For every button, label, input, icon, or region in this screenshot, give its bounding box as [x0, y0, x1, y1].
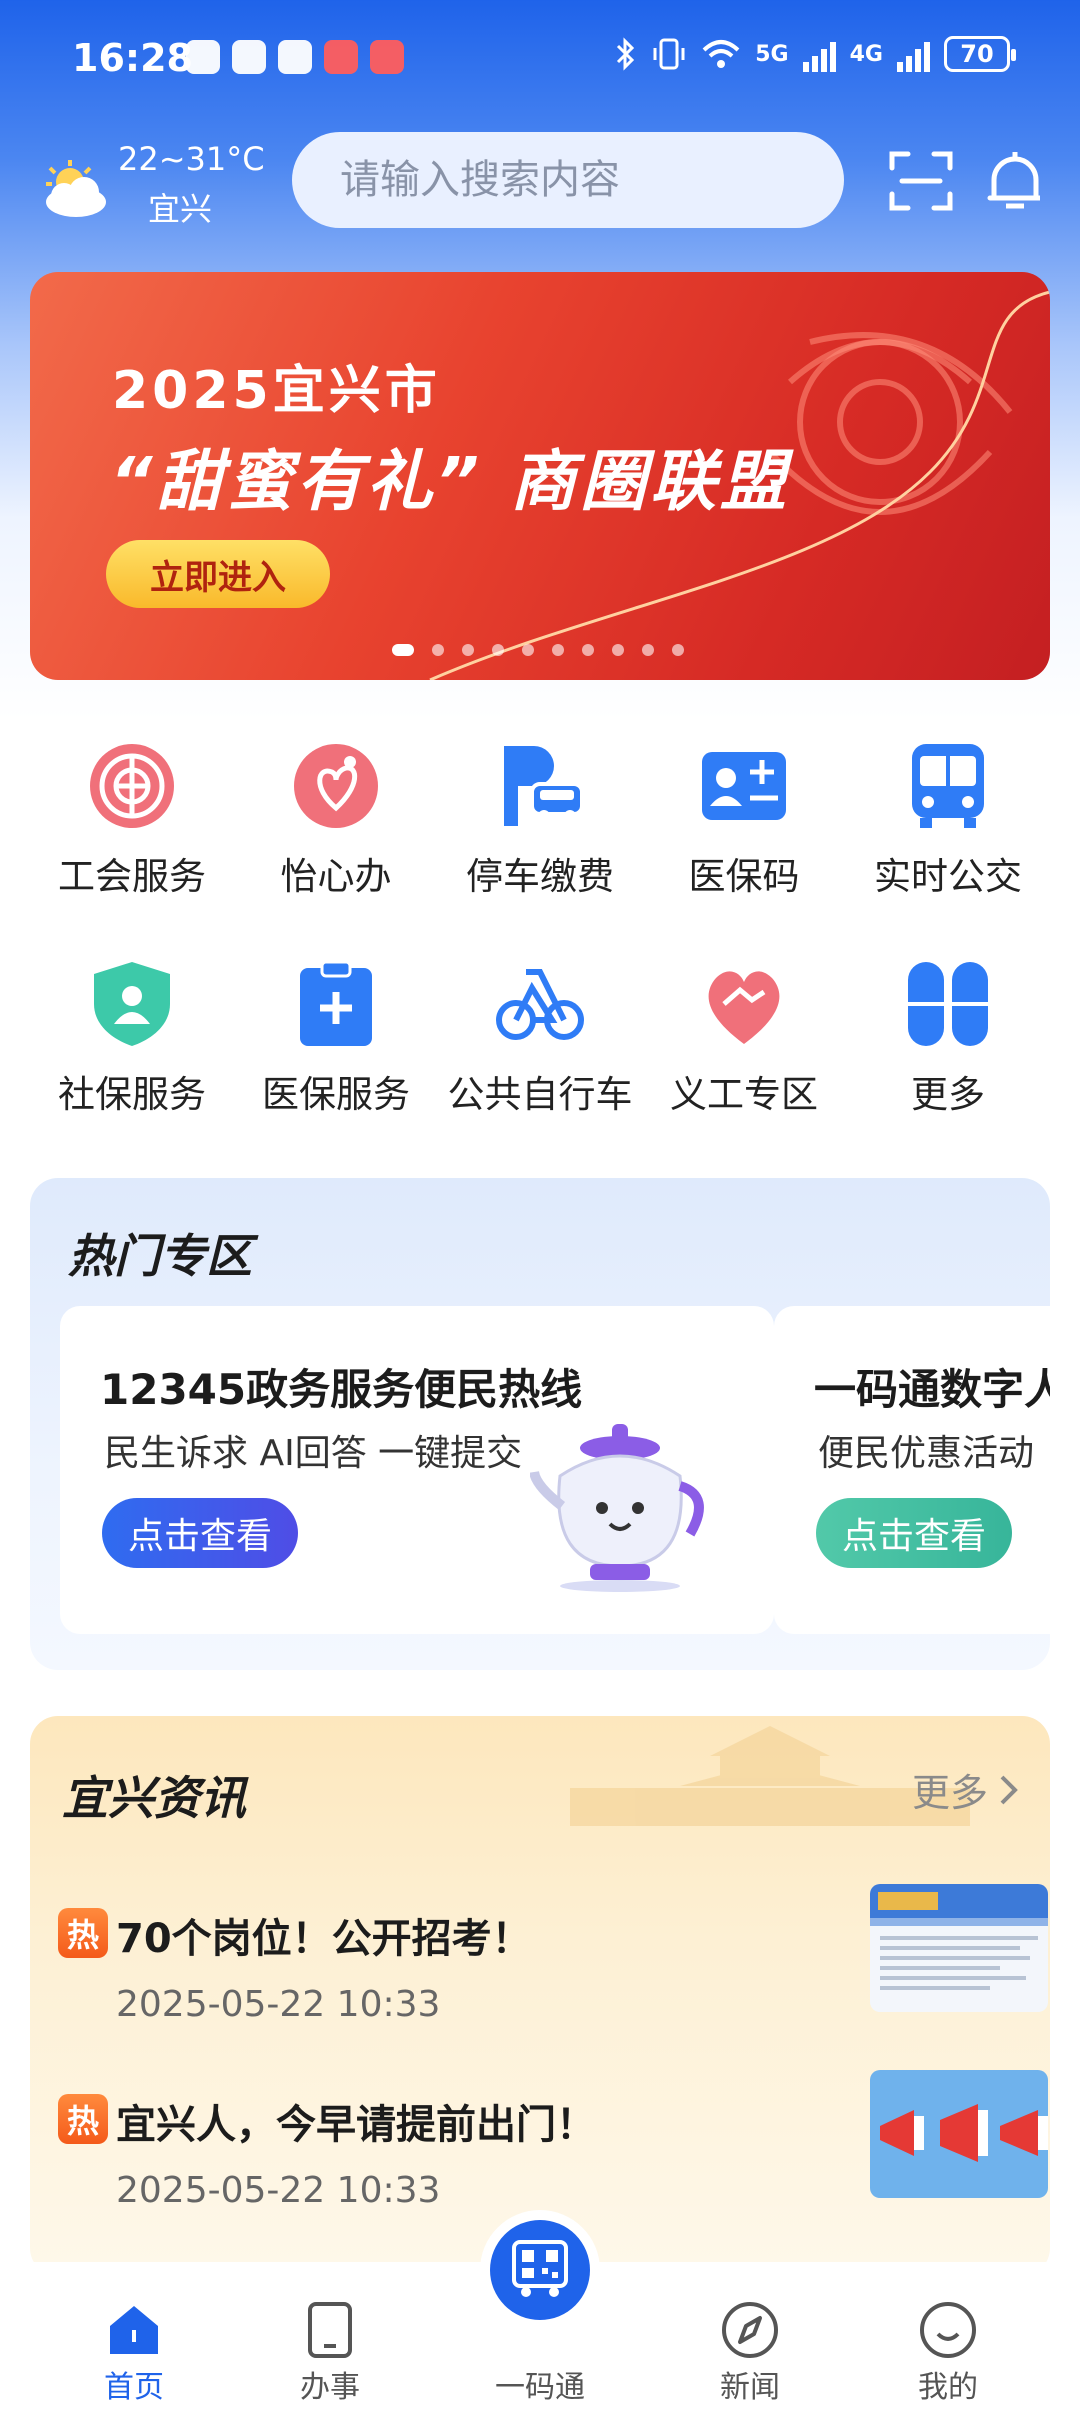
search-input[interactable]: [340, 157, 800, 203]
news-item-date: 2025-05-22 10:33: [116, 1984, 441, 2025]
signal-5g-icon: [802, 36, 836, 72]
website-screenshot-image: [870, 1884, 1048, 2012]
digital-pass-card[interactable]: 一码通数字人 便民优惠活动 点击查看: [774, 1306, 1050, 1634]
status-time: 16:28: [72, 36, 193, 80]
weather-temperature: 22~31°C: [118, 140, 265, 178]
news-more-link[interactable]: 更多: [912, 1762, 1020, 1817]
tab-label: 办事: [300, 2370, 360, 2405]
vibrate-icon: [653, 38, 685, 70]
smile-icon: [920, 2302, 976, 2358]
news-more-label: 更多: [911, 1771, 988, 1815]
home-icon: [110, 2306, 158, 2354]
service-medical-code[interactable]: 医保码: [642, 730, 846, 910]
network-5g-label: 5G: [755, 41, 789, 67]
shield-user-icon: [94, 962, 170, 1046]
heart-person-icon: [294, 744, 378, 828]
bicycle-icon: [496, 969, 584, 1040]
banner-enter-button[interactable]: 立即进入: [106, 540, 330, 608]
hotline-card[interactable]: 12345政务服务便民热线 民生诉求 AI回答 一键提交 点击查看: [60, 1306, 774, 1634]
tablet-icon: [308, 2302, 352, 2358]
hot-zone-section: 热门专区 12345政务服务便民热线 民生诉求 AI回答 一键提交 点击查看 一…: [30, 1178, 1050, 1670]
signal-4g-icon: [897, 36, 930, 72]
medical-card-icon: [702, 752, 786, 820]
battery-icon: 70: [944, 36, 1016, 72]
union-emblem-icon: [90, 744, 174, 828]
weather-widget[interactable]: 22~31°C 宜兴: [30, 138, 265, 228]
service-union[interactable]: 工会服务: [30, 730, 234, 910]
service-public-bike[interactable]: 公共自行车: [438, 948, 642, 1128]
tab-label: 我的: [918, 2370, 978, 2405]
medical-clipboard-icon: [300, 960, 372, 1046]
teapot-mascot-icon: [530, 1424, 704, 1592]
pavilion-decoration: [570, 1726, 970, 1826]
card-subtitle: 民生诉求 AI回答 一键提交: [104, 1433, 523, 1474]
service-social-security[interactable]: 社保服务: [30, 948, 234, 1128]
tab-news[interactable]: 新闻: [642, 2262, 858, 2412]
hot-zone-title: 热门专区: [68, 1229, 252, 1283]
tab-home[interactable]: 首页: [26, 2262, 242, 2412]
service-volunteer[interactable]: 义工专区: [642, 948, 846, 1128]
news-item-title: 70个岗位！公开招考！: [116, 1916, 532, 1962]
tab-label: 首页: [104, 2370, 164, 2405]
service-yixinban[interactable]: 怡心办: [234, 730, 438, 910]
news-item-date: 2025-05-22 10:33: [116, 2170, 441, 2211]
grid-more-icon: [908, 962, 988, 1046]
service-label: 更多: [911, 1073, 985, 1116]
card-title: 一码通数字人: [814, 1365, 1050, 1414]
carousel-indicator: [392, 644, 684, 656]
qr-fab-button[interactable]: [490, 2220, 590, 2320]
hot-tag: 热: [58, 2094, 108, 2144]
wechat-icon: [232, 40, 266, 74]
news-item[interactable]: 热 宜兴人，今早请提前出门！ 2025-05-22 10:33: [58, 2070, 1048, 2220]
handshake-heart-icon: [708, 971, 780, 1044]
banner-headline: “甜蜜有礼” 商圈联盟: [110, 443, 790, 520]
promo-banner[interactable]: 2025宜兴市 “甜蜜有礼” 商圈联盟 立即进入: [30, 272, 1050, 680]
tab-label: 一码通: [495, 2370, 585, 2405]
tab-profile[interactable]: 我的: [840, 2262, 1056, 2412]
megaphone-image: [870, 2070, 1048, 2198]
news-title: 宜兴资讯: [62, 1771, 246, 1825]
qr-bus-icon: [512, 2240, 568, 2297]
card-subtitle: 便民优惠活动: [818, 1433, 1035, 1474]
news-item[interactable]: 热 70个岗位！公开招考！ 2025-05-22 10:33: [58, 1884, 1048, 2034]
app-notification-icon: [278, 40, 312, 74]
card-view-button[interactable]: 点击查看: [102, 1498, 298, 1568]
partly-cloudy-icon: [46, 160, 106, 217]
status-bar: 16:28 5G 4G 70: [0, 0, 1080, 124]
weather-city: 宜兴: [148, 190, 213, 228]
bluetooth-icon: [617, 37, 635, 71]
service-bus[interactable]: 实时公交: [846, 730, 1050, 910]
bottom-tab-bar: 首页 办事 一码通 新闻 我的: [0, 2220, 1080, 2412]
hot-tag: 热: [58, 1908, 108, 1958]
tab-one-code-pass[interactable]: 一码通: [432, 2220, 648, 2412]
bus-icon: [912, 744, 984, 828]
news-thumbnail: [870, 1884, 1048, 2012]
bell-icon[interactable]: [980, 146, 1050, 216]
network-4g-label: 4G: [849, 41, 883, 67]
news-item-title: 宜兴人，今早请提前出门！: [116, 2102, 596, 2148]
tab-label: 新闻: [720, 2370, 780, 2405]
news-thumbnail: [870, 2070, 1048, 2198]
service-label: 实时公交: [874, 855, 1022, 898]
news-section: 宜兴资讯 更多 热 70个岗位！公开招考！ 2025-05-22 10:33 热…: [30, 1716, 1050, 2276]
chevron-right-icon: [1000, 1775, 1018, 1804]
card-title: 12345政务服务便民热线: [100, 1365, 583, 1414]
scan-icon[interactable]: [886, 146, 956, 216]
wifi-icon: [702, 40, 740, 68]
service-more[interactable]: 更多: [846, 948, 1050, 1128]
news-app-icon: [370, 40, 404, 74]
banner-year-city: 2025宜兴市: [112, 361, 441, 421]
compass-icon: [722, 2302, 778, 2358]
notification-icons: [186, 40, 404, 74]
battery-level: 70: [960, 40, 994, 68]
alarm-icon: [186, 40, 220, 74]
tab-services[interactable]: 办事: [222, 2262, 438, 2412]
card-view-button[interactable]: 点击查看: [816, 1498, 1012, 1568]
music-app-icon: [324, 40, 358, 74]
search-bar[interactable]: [292, 132, 844, 228]
status-right: 5G 4G 70: [613, 36, 1016, 72]
service-medical-insurance[interactable]: 医保服务: [234, 948, 438, 1128]
service-parking[interactable]: 停车缴费: [438, 730, 642, 910]
parking-car-icon: [504, 746, 584, 826]
